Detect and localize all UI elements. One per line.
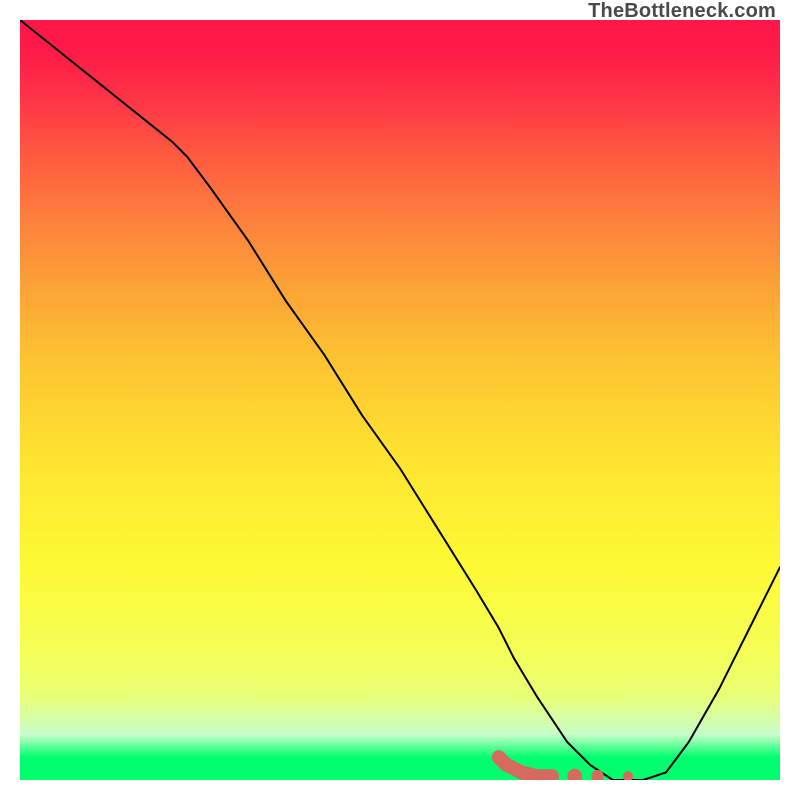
plot-area: [20, 20, 780, 780]
chart-container: TheBottleneck.com: [0, 0, 800, 800]
gradient-background: [20, 20, 780, 780]
